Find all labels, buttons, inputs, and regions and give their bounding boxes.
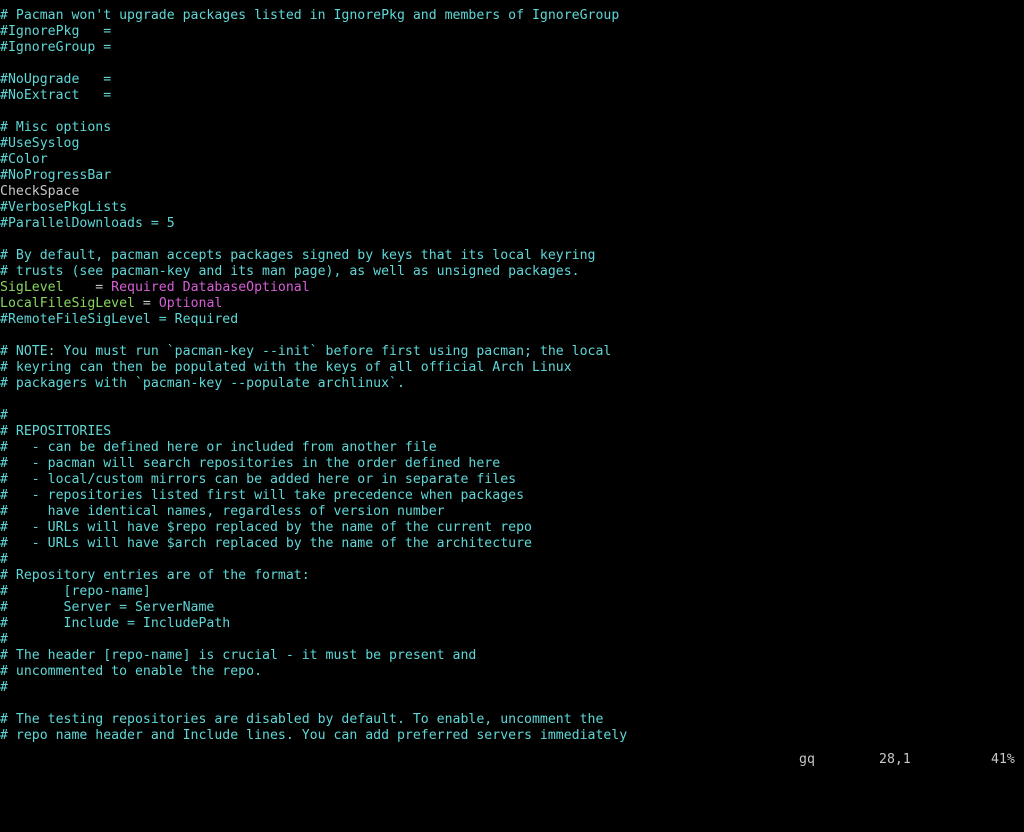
code-line[interactable]: # keyring can then be populated with the… (0, 360, 1024, 376)
code-line[interactable]: # Misc options (0, 120, 1024, 136)
code-line[interactable]: #RemoteFileSigLevel = Required (0, 312, 1024, 328)
code-line[interactable]: #Color (0, 152, 1024, 168)
code-line[interactable]: #VerbosePkgLists (0, 200, 1024, 216)
code-line[interactable]: # packagers with `pacman-key --populate … (0, 376, 1024, 392)
code-segment: # By default, pacman accepts packages si… (0, 248, 596, 263)
code-segment: #UseSyslog (0, 136, 80, 151)
code-line[interactable]: # Pacman won't upgrade packages listed i… (0, 8, 1024, 24)
vim-status-line: gq 28,1 41% (0, 752, 1024, 768)
code-segment: # The testing repositories are disabled … (0, 712, 604, 727)
code-line[interactable]: # The testing repositories are disabled … (0, 712, 1024, 728)
code-line[interactable]: # repo name header and Include lines. Yo… (0, 728, 1024, 744)
scroll-percent: 41% (991, 752, 1015, 767)
code-line[interactable]: # - can be defined here or included from… (0, 440, 1024, 456)
code-segment: # REPOSITORIES (0, 424, 112, 439)
code-segment: # - pacman will search repositories in t… (0, 456, 501, 471)
code-line[interactable]: #ParallelDownloads = 5 (0, 216, 1024, 232)
code-segment: #ParallelDownloads = 5 (0, 216, 175, 231)
code-line[interactable]: # Include = IncludePath (0, 616, 1024, 632)
code-line[interactable]: # (0, 680, 1024, 696)
terminal-screen[interactable]: # Pacman won't upgrade packages listed i… (0, 0, 1024, 768)
code-segment: # keyring can then be populated with the… (0, 360, 572, 375)
code-line[interactable]: # REPOSITORIES (0, 424, 1024, 440)
code-segment: # Include = IncludePath (0, 616, 231, 631)
vim-editor-buffer[interactable]: # Pacman won't upgrade packages listed i… (0, 8, 1024, 752)
code-line[interactable] (0, 56, 1024, 72)
code-line[interactable]: # Repository entries are of the format: (0, 568, 1024, 584)
code-segment: Optional (158, 296, 223, 311)
code-segment: # - can be defined here or included from… (0, 440, 437, 455)
code-line[interactable]: #UseSyslog (0, 136, 1024, 152)
code-segment: #Color (0, 152, 48, 167)
code-segment: # have identical names, regardless of ve… (0, 504, 445, 519)
code-segment: # NOTE: You must run `pacman-key --init`… (0, 344, 612, 359)
code-segment: # trusts (see pacman-key and its man pag… (0, 264, 580, 279)
code-segment: # - URLs will have $repo replaced by the… (0, 520, 532, 535)
code-line[interactable]: # uncommented to enable the repo. (0, 664, 1024, 680)
code-line[interactable]: # [repo-name] (0, 584, 1024, 600)
code-segment: #NoProgressBar (0, 168, 112, 183)
code-line[interactable]: # By default, pacman accepts packages si… (0, 248, 1024, 264)
code-line[interactable]: # - URLs will have $arch replaced by the… (0, 536, 1024, 552)
code-segment: LocalFileSigLevel (0, 296, 135, 311)
code-segment: #IgnoreGroup = (0, 40, 112, 55)
code-line[interactable] (0, 328, 1024, 344)
code-segment: # (0, 552, 8, 567)
code-line[interactable]: # Server = ServerName (0, 600, 1024, 616)
code-line[interactable]: # NOTE: You must run `pacman-key --init`… (0, 344, 1024, 360)
cursor-position: 28,1 (879, 752, 911, 767)
code-line[interactable]: # trusts (see pacman-key and its man pag… (0, 264, 1024, 280)
code-line[interactable]: # - pacman will search repositories in t… (0, 456, 1024, 472)
code-line[interactable]: #NoExtract = (0, 88, 1024, 104)
code-segment: #NoExtract = (0, 88, 112, 103)
code-segment: # [repo-name] (0, 584, 151, 599)
code-line[interactable]: #IgnorePkg = (0, 24, 1024, 40)
code-line[interactable]: #NoUpgrade = (0, 72, 1024, 88)
code-segment: # (0, 632, 8, 647)
code-segment: #IgnorePkg = (0, 24, 112, 39)
code-segment: # Server = ServerName (0, 600, 215, 615)
code-line[interactable]: # (0, 632, 1024, 648)
code-segment: = (134, 296, 159, 311)
code-line[interactable]: # (0, 408, 1024, 424)
code-segment: #RemoteFileSigLevel = Required (0, 312, 239, 327)
code-segment: # Misc options (0, 120, 112, 135)
pending-command: gq (799, 752, 815, 767)
code-line[interactable]: #IgnoreGroup = (0, 40, 1024, 56)
code-line[interactable]: # - local/custom mirrors can be added he… (0, 472, 1024, 488)
code-segment: = (63, 280, 112, 295)
code-line[interactable]: # have identical names, regardless of ve… (0, 504, 1024, 520)
code-segment: # The header [repo-name] is crucial - it… (0, 648, 477, 663)
code-line[interactable]: CheckSpace (0, 184, 1024, 200)
code-segment: # uncommented to enable the repo. (0, 664, 263, 679)
code-segment: # - local/custom mirrors can be added he… (0, 472, 517, 487)
code-segment: # (0, 408, 8, 423)
code-line[interactable]: LocalFileSigLevel = Optional (0, 296, 1024, 312)
code-segment: #NoUpgrade = (0, 72, 112, 87)
code-segment: # packagers with `pacman-key --populate … (0, 376, 405, 391)
code-line[interactable]: # The header [repo-name] is crucial - it… (0, 648, 1024, 664)
code-segment: CheckSpace (0, 184, 80, 199)
code-segment: # - repositories listed first will take … (0, 488, 525, 503)
code-segment: SigLevel (0, 280, 64, 295)
code-segment: Required DatabaseOptional (111, 280, 310, 295)
code-line[interactable] (0, 392, 1024, 408)
code-line[interactable] (0, 104, 1024, 120)
code-line[interactable] (0, 232, 1024, 248)
code-line[interactable]: SigLevel = Required DatabaseOptional (0, 280, 1024, 296)
code-segment: #VerbosePkgLists (0, 200, 128, 215)
code-segment: # Repository entries are of the format: (0, 568, 310, 583)
code-segment: # - URLs will have $arch replaced by the… (0, 536, 532, 551)
code-line[interactable]: # (0, 552, 1024, 568)
code-line[interactable]: # - URLs will have $repo replaced by the… (0, 520, 1024, 536)
code-segment: # Pacman won't upgrade packages listed i… (0, 8, 620, 23)
code-line[interactable] (0, 696, 1024, 712)
code-line[interactable]: #NoProgressBar (0, 168, 1024, 184)
code-line[interactable]: # - repositories listed first will take … (0, 488, 1024, 504)
code-segment: # (0, 680, 8, 695)
code-segment: # repo name header and Include lines. Yo… (0, 728, 628, 743)
